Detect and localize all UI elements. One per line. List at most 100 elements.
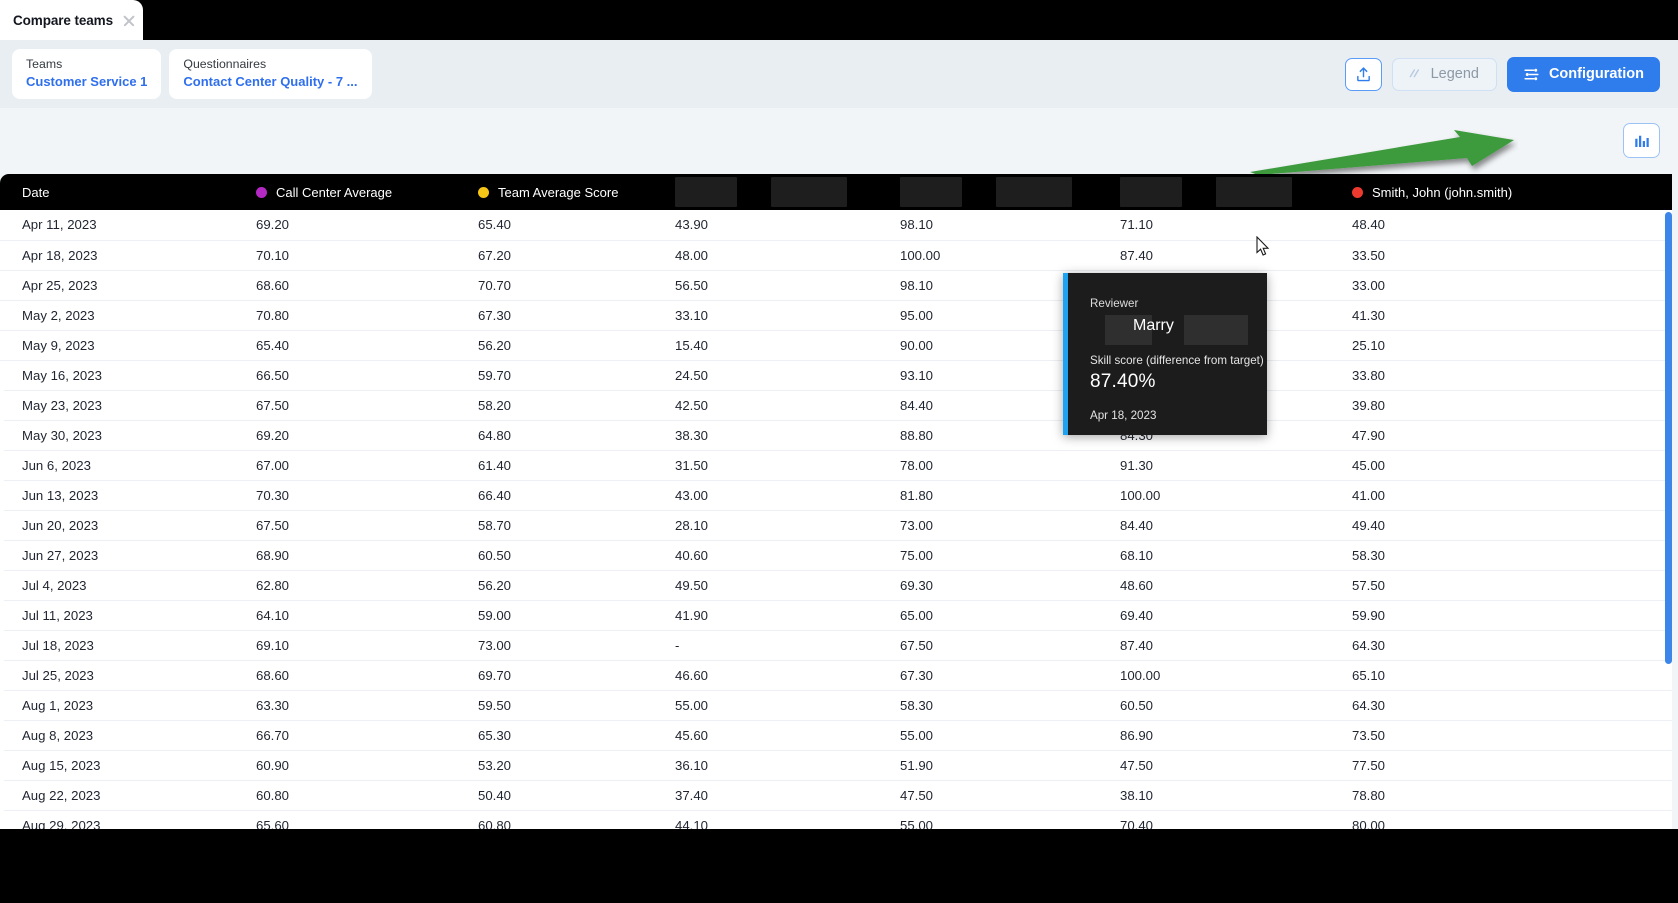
- legend-button[interactable]: Legend: [1392, 58, 1497, 91]
- cell-brent[interactable]: 44.10: [653, 810, 878, 829]
- cell-tas[interactable]: 58.20: [456, 390, 653, 420]
- cell-tas[interactable]: 73.00: [456, 630, 653, 660]
- cell-date[interactable]: Jun 13, 2023: [0, 480, 234, 510]
- cell-brent[interactable]: 41.90: [653, 600, 878, 630]
- cell-date[interactable]: Apr 11, 2023: [0, 210, 234, 240]
- cell-tas[interactable]: 53.20: [456, 750, 653, 780]
- cell-date[interactable]: Jun 27, 2023: [0, 540, 234, 570]
- cell-cca[interactable]: 60.90: [234, 750, 456, 780]
- table-row[interactable]: Jul 18, 202369.1073.00-67.5087.4064.30: [0, 630, 1672, 660]
- table-row[interactable]: May 9, 202365.4056.2015.4090.0025.10: [0, 330, 1672, 360]
- tab-compare-teams[interactable]: Compare teams: [0, 0, 143, 40]
- column-header-tas[interactable]: Team Average Score: [456, 174, 653, 210]
- cell-marry[interactable]: 91.30: [1098, 450, 1330, 480]
- cell-john[interactable]: 25.10: [1330, 330, 1672, 360]
- cell-tas[interactable]: 70.70: [456, 270, 653, 300]
- cell-john[interactable]: 73.50: [1330, 720, 1672, 750]
- cell-date[interactable]: Apr 25, 2023: [0, 270, 234, 300]
- cell-cca[interactable]: 65.60: [234, 810, 456, 829]
- cell-judy[interactable]: 67.50: [878, 630, 1098, 660]
- column-header-john[interactable]: Smith, John (john.smith): [1330, 174, 1672, 210]
- cell-marry[interactable]: 71.10: [1098, 210, 1330, 240]
- cell-tas[interactable]: 64.80: [456, 420, 653, 450]
- cell-john[interactable]: 47.90: [1330, 420, 1672, 450]
- cell-brent[interactable]: 33.10: [653, 300, 878, 330]
- cell-tas[interactable]: 65.40: [456, 210, 653, 240]
- cell-date[interactable]: May 23, 2023: [0, 390, 234, 420]
- cell-john[interactable]: 33.00: [1330, 270, 1672, 300]
- cell-john[interactable]: 64.30: [1330, 690, 1672, 720]
- cell-judy[interactable]: 75.00: [878, 540, 1098, 570]
- cell-judy[interactable]: 69.30: [878, 570, 1098, 600]
- cell-tas[interactable]: 65.30: [456, 720, 653, 750]
- cell-john[interactable]: 65.10: [1330, 660, 1672, 690]
- cell-john[interactable]: 33.50: [1330, 240, 1672, 270]
- cell-cca[interactable]: 68.60: [234, 660, 456, 690]
- cell-john[interactable]: 45.00: [1330, 450, 1672, 480]
- cell-john[interactable]: 41.00: [1330, 480, 1672, 510]
- cell-date[interactable]: Jul 11, 2023: [0, 600, 234, 630]
- table-row[interactable]: May 23, 202367.5058.2042.5084.4039.80: [0, 390, 1672, 420]
- cell-brent[interactable]: -: [653, 630, 878, 660]
- cell-brent[interactable]: 40.60: [653, 540, 878, 570]
- cell-tas[interactable]: 66.40: [456, 480, 653, 510]
- cell-brent[interactable]: 42.50: [653, 390, 878, 420]
- cell-date[interactable]: Aug 22, 2023: [0, 780, 234, 810]
- cell-date[interactable]: May 9, 2023: [0, 330, 234, 360]
- table-row[interactable]: Jul 4, 202362.8056.2049.5069.3048.6057.5…: [0, 570, 1672, 600]
- table-row[interactable]: May 2, 202370.8067.3033.1095.0041.30: [0, 300, 1672, 330]
- cell-tas[interactable]: 56.20: [456, 570, 653, 600]
- cell-date[interactable]: Jul 18, 2023: [0, 630, 234, 660]
- cell-john[interactable]: 49.40: [1330, 510, 1672, 540]
- column-header-judy[interactable]: Judy: [878, 174, 1098, 210]
- column-header-date[interactable]: Date: [0, 174, 234, 210]
- cell-brent[interactable]: 49.50: [653, 570, 878, 600]
- cell-cca[interactable]: 62.80: [234, 570, 456, 600]
- cell-cca[interactable]: 65.40: [234, 330, 456, 360]
- cell-date[interactable]: Aug 1, 2023: [0, 690, 234, 720]
- column-header-cca[interactable]: Call Center Average: [234, 174, 456, 210]
- cell-tas[interactable]: 60.50: [456, 540, 653, 570]
- cell-date[interactable]: Aug 29, 2023: [0, 810, 234, 829]
- cell-tas[interactable]: 67.20: [456, 240, 653, 270]
- cell-marry[interactable]: 100.00: [1098, 660, 1330, 690]
- cell-brent[interactable]: 37.40: [653, 780, 878, 810]
- cell-judy[interactable]: 81.80: [878, 480, 1098, 510]
- table-row[interactable]: Jul 25, 202368.6069.7046.6067.30100.0065…: [0, 660, 1672, 690]
- cell-tas[interactable]: 59.50: [456, 690, 653, 720]
- cell-brent[interactable]: 46.60: [653, 660, 878, 690]
- cell-brent[interactable]: 43.90: [653, 210, 878, 240]
- cell-john[interactable]: 33.80: [1330, 360, 1672, 390]
- cell-date[interactable]: Jun 6, 2023: [0, 450, 234, 480]
- table-row[interactable]: Jun 13, 202370.3066.4043.0081.80100.0041…: [0, 480, 1672, 510]
- cell-brent[interactable]: 56.50: [653, 270, 878, 300]
- table-row[interactable]: May 16, 202366.5059.7024.5093.1033.80: [0, 360, 1672, 390]
- table-row[interactable]: May 30, 202369.2064.8038.3088.8084.3047.…: [0, 420, 1672, 450]
- export-button[interactable]: [1345, 58, 1382, 91]
- table-row[interactable]: Apr 11, 202369.2065.4043.9098.1071.1048.…: [0, 210, 1672, 240]
- table-row[interactable]: Apr 25, 202368.6070.7056.5098.1033.00: [0, 270, 1672, 300]
- cell-cca[interactable]: 64.10: [234, 600, 456, 630]
- cell-marry[interactable]: 87.40: [1098, 240, 1330, 270]
- cell-marry[interactable]: 84.40: [1098, 510, 1330, 540]
- cell-cca[interactable]: 67.00: [234, 450, 456, 480]
- cell-john[interactable]: 59.90: [1330, 600, 1672, 630]
- cell-marry[interactable]: 70.40: [1098, 810, 1330, 829]
- cell-brent[interactable]: 45.60: [653, 720, 878, 750]
- cell-date[interactable]: Apr 18, 2023: [0, 240, 234, 270]
- configuration-button[interactable]: Configuration: [1507, 57, 1660, 92]
- cell-brent[interactable]: 15.40: [653, 330, 878, 360]
- table-row[interactable]: Jul 11, 202364.1059.0041.9065.0069.4059.…: [0, 600, 1672, 630]
- cell-brent[interactable]: 24.50: [653, 360, 878, 390]
- cell-tas[interactable]: 58.70: [456, 510, 653, 540]
- cell-cca[interactable]: 63.30: [234, 690, 456, 720]
- cell-cca[interactable]: 66.70: [234, 720, 456, 750]
- cell-judy[interactable]: 51.90: [878, 750, 1098, 780]
- cell-judy[interactable]: 98.10: [878, 210, 1098, 240]
- cell-judy[interactable]: 58.30: [878, 690, 1098, 720]
- cell-date[interactable]: May 30, 2023: [0, 420, 234, 450]
- column-header-brent[interactable]: Brent: [653, 174, 878, 210]
- cell-judy[interactable]: 67.30: [878, 660, 1098, 690]
- cell-date[interactable]: May 2, 2023: [0, 300, 234, 330]
- table-row[interactable]: Aug 22, 202360.8050.4037.4047.5038.1078.…: [0, 780, 1672, 810]
